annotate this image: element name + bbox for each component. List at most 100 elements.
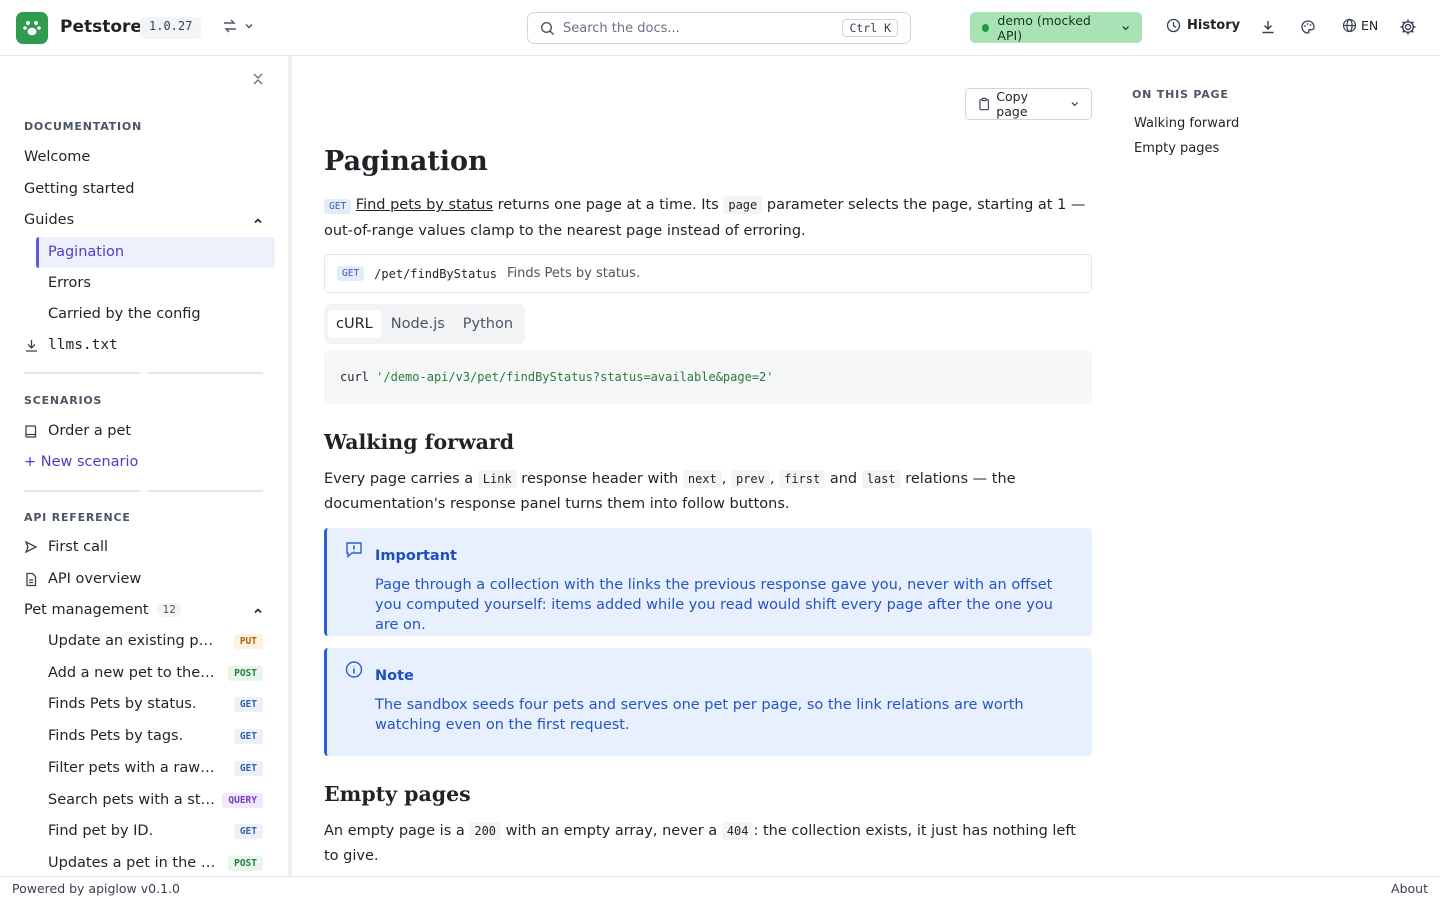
- env-label: demo (mocked API): [997, 12, 1091, 43]
- api-reference-heading: API REFERENCE: [24, 511, 131, 524]
- inline-code: page: [723, 196, 763, 214]
- sidebar-item-getting-started[interactable]: Getting started: [24, 176, 264, 202]
- sidebar-item-welcome[interactable]: Welcome: [24, 144, 264, 170]
- intro-text: returns one page at a time. Its: [493, 197, 724, 213]
- settings-button[interactable]: [1399, 18, 1417, 40]
- code-language-tabs: cURL Node.js Python: [324, 304, 526, 344]
- find-pets-by-status-link[interactable]: Find pets by status: [356, 197, 493, 213]
- note-callout: Note The sandbox seeds four pets and ser…: [324, 648, 1092, 756]
- endpoint-card[interactable]: GET /pet/findByStatus Finds Pets by stat…: [324, 254, 1092, 293]
- inline-code: Link: [477, 470, 517, 488]
- method-badge: QUERY: [222, 792, 263, 808]
- important-callout: Important Page through a collection with…: [324, 528, 1092, 636]
- callout-title: Important: [375, 548, 457, 564]
- tab-curl[interactable]: cURL: [328, 310, 381, 338]
- theme-button[interactable]: [1300, 19, 1316, 39]
- history-button[interactable]: History: [1166, 18, 1240, 33]
- sidebar-operation-item[interactable]: Update an existing pet. PUT: [48, 628, 263, 654]
- search-input[interactable]: Search the docs... Ctrl K: [527, 12, 911, 44]
- sidebar-item-errors[interactable]: Errors: [48, 270, 263, 296]
- version-switcher[interactable]: [222, 18, 254, 34]
- about-link[interactable]: About: [1391, 881, 1428, 896]
- paw-logo-icon[interactable]: [16, 12, 48, 44]
- swap-icon: [224, 19, 236, 33]
- search-icon: [540, 21, 554, 35]
- sidebar-operation-item[interactable]: Finds Pets by tags. GET: [48, 723, 263, 749]
- sidebar-group-guides[interactable]: Guides: [24, 207, 264, 233]
- operation-label: Add a new pet to the st...: [48, 665, 216, 681]
- tab-python[interactable]: Python: [455, 310, 521, 338]
- environment-selector[interactable]: demo (mocked API): [970, 12, 1142, 43]
- collapse-sidebar-button[interactable]: [250, 71, 266, 91]
- sidebar-item-order-a-pet[interactable]: Order a pet: [24, 418, 264, 444]
- sidebar-operation-item[interactable]: Finds Pets by status. GET: [48, 691, 263, 717]
- inline-code: next: [682, 470, 722, 488]
- download-button[interactable]: [1260, 19, 1276, 39]
- sidebar-operation-item[interactable]: Search pets with a stru... QUERY: [48, 787, 263, 813]
- document-icon: [26, 572, 37, 586]
- sidebar-operation-item[interactable]: Add a new pet to the st... POST: [48, 660, 263, 686]
- clipboard-icon: [979, 97, 989, 111]
- code-sample[interactable]: curl '/demo-api/v3/pet/findByStatus?stat…: [324, 350, 1092, 404]
- sidebar-item-llms-txt[interactable]: llms.txt: [24, 332, 264, 358]
- text: ,: [721, 471, 731, 487]
- inline-code: 200: [469, 822, 502, 840]
- divider: [148, 490, 263, 492]
- collapse-icon: [253, 73, 263, 85]
- nav-label: Pagination: [48, 244, 125, 260]
- endpoint-summary: Finds Pets by status.: [507, 266, 641, 281]
- operation-label: Updates a pet in the st...: [48, 855, 216, 871]
- callout-body: Page through a collection with the links…: [375, 577, 1053, 633]
- text: with an empty array, never a: [501, 823, 722, 839]
- nav-label: First call: [48, 539, 109, 555]
- sidebar-item-api-overview[interactable]: API overview: [24, 566, 264, 592]
- operation-label: Finds Pets by tags.: [48, 728, 184, 744]
- sidebar-operation-item[interactable]: Filter pets with a raw qu... GET: [48, 755, 263, 781]
- divider: [148, 372, 263, 374]
- divider: [24, 490, 140, 492]
- callout-body: The sandbox seeds four pets and serves o…: [375, 697, 1024, 733]
- history-label: History: [1187, 18, 1241, 33]
- documentation-heading: DOCUMENTATION: [24, 120, 143, 133]
- sidebar-operation-item[interactable]: Updates a pet in the st... POST: [48, 850, 263, 876]
- tab-nodejs[interactable]: Node.js: [383, 310, 453, 338]
- code-argument: '/demo-api/v3/pet/findByStatus?status=av…: [376, 370, 774, 384]
- text: and: [825, 471, 862, 487]
- top-bar: Petstore 1.0.27 Search the docs... Ctrl …: [0, 0, 1440, 56]
- sidebar-operation-item[interactable]: Find pet by ID. GET: [48, 818, 263, 844]
- toc-heading: ON THIS PAGE: [1132, 88, 1229, 101]
- inline-code: first: [779, 470, 826, 488]
- copy-page-button[interactable]: Copy page: [965, 88, 1092, 120]
- operation-count-badge: 12: [156, 603, 182, 617]
- text: An empty page is a: [324, 823, 470, 839]
- book-icon: [25, 424, 37, 438]
- inline-code: prev: [730, 470, 770, 488]
- clock-icon: [1166, 18, 1181, 33]
- method-badge: GET: [233, 823, 263, 839]
- powered-by-text[interactable]: Powered by apiglow v0.1.0: [12, 881, 180, 896]
- language-selector[interactable]: EN: [1342, 18, 1378, 33]
- toc-item-walking-forward[interactable]: Walking forward: [1134, 116, 1239, 131]
- inline-code: last: [861, 470, 901, 488]
- method-badge: GET: [233, 728, 263, 744]
- method-badge: GET: [233, 696, 263, 712]
- method-badge: PUT: [233, 633, 263, 649]
- nav-label: Carried by the config: [48, 306, 201, 322]
- method-badge: GET: [233, 760, 263, 776]
- sidebar-item-carried-by-config[interactable]: Carried by the config: [48, 301, 263, 327]
- toc-item-empty-pages[interactable]: Empty pages: [1134, 141, 1219, 156]
- sidebar-item-first-call[interactable]: First call: [24, 534, 264, 560]
- nav-label: Errors: [48, 275, 91, 291]
- scenarios-heading: SCENARIOS: [24, 394, 103, 407]
- info-icon: [345, 661, 363, 678]
- brand-name[interactable]: Petstore: [60, 17, 142, 37]
- new-scenario-link[interactable]: + New scenario: [24, 449, 264, 475]
- walking-forward-paragraph: Every page carries a Link response heade…: [324, 467, 1092, 517]
- operation-label: Finds Pets by status.: [48, 696, 197, 712]
- text: Every page carries a: [324, 471, 478, 487]
- chevron-up-icon[interactable]: [252, 215, 264, 227]
- nav-label: Guides: [24, 212, 75, 228]
- chevron-up-icon[interactable]: [252, 605, 264, 617]
- sidebar-group-pet-management[interactable]: Pet management 12: [24, 597, 264, 623]
- operation-label: Search pets with a stru...: [48, 792, 216, 808]
